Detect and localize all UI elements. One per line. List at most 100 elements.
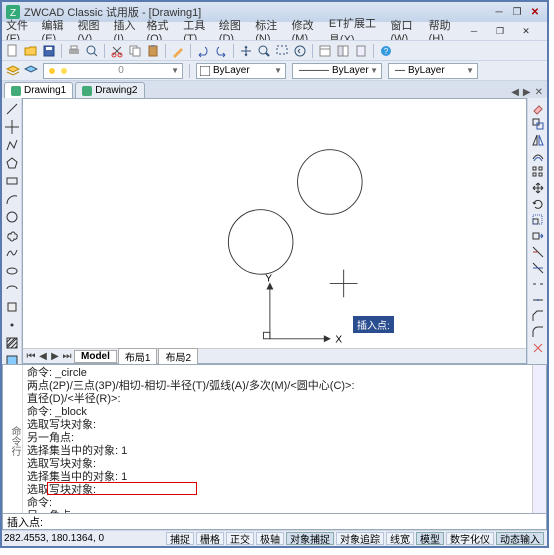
designcenter-button[interactable] bbox=[335, 43, 351, 59]
cut-button[interactable] bbox=[109, 43, 125, 59]
ellipse-button[interactable] bbox=[4, 263, 20, 279]
tab-next-button[interactable]: ▶ bbox=[49, 351, 61, 362]
linetype-combo[interactable]: ——— ByLayer ▼ bbox=[292, 63, 382, 79]
snap-toggle[interactable]: 捕捉 bbox=[166, 532, 194, 545]
mirror-button[interactable] bbox=[530, 132, 546, 148]
mdi-minimize-button[interactable]: ─ bbox=[467, 25, 481, 37]
break-button[interactable] bbox=[530, 276, 546, 292]
model-layout-tabs: ⏮ ◀ ▶ ⏭ Model 布局1 布局2 bbox=[23, 348, 526, 363]
pan-button[interactable] bbox=[238, 43, 254, 59]
mdi-close-button[interactable]: ✕ bbox=[519, 25, 533, 37]
open-button[interactable] bbox=[23, 43, 39, 59]
otrack-toggle[interactable]: 对象追踪 bbox=[336, 532, 384, 545]
tab-next-button[interactable]: ▶ bbox=[523, 87, 531, 98]
command-scrollbar[interactable] bbox=[532, 365, 546, 513]
matchprop-button[interactable] bbox=[170, 43, 186, 59]
osnap-toggle[interactable]: 对象捕捉 bbox=[286, 532, 334, 545]
ortho-toggle[interactable]: 正交 bbox=[226, 532, 254, 545]
tab-layout1[interactable]: 布局1 bbox=[118, 348, 158, 365]
copy-button[interactable] bbox=[127, 43, 143, 59]
document-tabs: Drawing1 Drawing2 ◀ ▶ ✕ bbox=[2, 80, 547, 98]
grid-toggle[interactable]: 栅格 bbox=[196, 532, 224, 545]
rectangle-button[interactable] bbox=[4, 173, 20, 189]
redo-button[interactable] bbox=[213, 43, 229, 59]
paste-button[interactable] bbox=[145, 43, 161, 59]
erase-button[interactable] bbox=[530, 100, 546, 116]
zoom-prev-button[interactable] bbox=[292, 43, 308, 59]
help-button[interactable]: ? bbox=[378, 43, 394, 59]
tab-drawing2[interactable]: Drawing2 bbox=[75, 82, 144, 98]
tab-last-button[interactable]: ⏭ bbox=[61, 351, 73, 362]
layer-manager-button[interactable] bbox=[5, 63, 21, 79]
digitizer-toggle[interactable]: 数字化仪 bbox=[446, 532, 494, 545]
array-button[interactable] bbox=[530, 164, 546, 180]
offset-button[interactable] bbox=[530, 148, 546, 164]
explode-button[interactable] bbox=[530, 340, 546, 356]
tab-prev-button[interactable]: ◀ bbox=[511, 87, 519, 98]
copyobj-button[interactable] bbox=[530, 116, 546, 132]
command-input[interactable]: 插入点: bbox=[2, 514, 547, 530]
fillet-button[interactable] bbox=[530, 324, 546, 340]
doc-icon bbox=[82, 86, 92, 96]
hatch-button[interactable] bbox=[4, 335, 20, 351]
standard-toolbar: ? bbox=[2, 40, 547, 60]
coordinates[interactable]: 282.4553, 180.1364, 0 bbox=[4, 533, 124, 544]
insert-point-tooltip: 插入点: bbox=[353, 316, 394, 333]
dyn-toggle[interactable]: 动态输入 bbox=[496, 532, 544, 545]
tab-first-button[interactable]: ⏮ bbox=[25, 351, 37, 362]
zoom-window-button[interactable] bbox=[274, 43, 290, 59]
new-button[interactable] bbox=[5, 43, 21, 59]
layer-combo[interactable]: 0 ▼ bbox=[43, 63, 183, 79]
close-button[interactable]: ✕ bbox=[527, 5, 543, 19]
point-button[interactable] bbox=[4, 317, 20, 333]
polar-toggle[interactable]: 极轴 bbox=[256, 532, 284, 545]
canvas[interactable]: X Y 插入点: bbox=[23, 99, 526, 348]
tab-layout2[interactable]: 布局2 bbox=[158, 348, 198, 365]
tab-prev-button[interactable]: ◀ bbox=[37, 351, 49, 362]
chamfer-button[interactable] bbox=[530, 308, 546, 324]
tab-drawing1[interactable]: Drawing1 bbox=[4, 82, 73, 98]
sun-icon bbox=[59, 66, 69, 76]
zoom-realtime-button[interactable] bbox=[256, 43, 272, 59]
maximize-button[interactable]: ❐ bbox=[509, 5, 525, 19]
join-button[interactable] bbox=[530, 292, 546, 308]
undo-button[interactable] bbox=[195, 43, 211, 59]
command-text[interactable]: 命令: _circle 两点(2P)/三点(3P)/相切-相切-半径(T)/弧线… bbox=[23, 365, 532, 513]
extend-button[interactable] bbox=[530, 260, 546, 276]
modify-toolbar bbox=[527, 98, 547, 364]
spline-button[interactable] bbox=[4, 245, 20, 261]
model-toggle[interactable]: 模型 bbox=[416, 532, 444, 545]
rotate-button[interactable] bbox=[530, 196, 546, 212]
lineweight-combo[interactable]: — ByLayer ▼ bbox=[388, 63, 478, 79]
lineweight-toggle[interactable]: 线宽 bbox=[386, 532, 414, 545]
tab-close-button[interactable]: ✕ bbox=[535, 87, 543, 98]
ellipsearc-button[interactable] bbox=[4, 281, 20, 297]
xline-button[interactable] bbox=[4, 119, 20, 135]
mdi-restore-button[interactable]: ❐ bbox=[493, 25, 507, 37]
layer-states-button[interactable] bbox=[23, 63, 39, 79]
revcloud-button[interactable] bbox=[4, 227, 20, 243]
move-button[interactable] bbox=[530, 180, 546, 196]
trim-button[interactable] bbox=[530, 244, 546, 260]
print-button[interactable] bbox=[66, 43, 82, 59]
line-button[interactable] bbox=[4, 101, 20, 117]
scale-button[interactable] bbox=[530, 212, 546, 228]
minimize-button[interactable]: ─ bbox=[491, 5, 507, 19]
color-combo[interactable]: ByLayer ▼ bbox=[196, 63, 286, 79]
command-history: 命令行 命令: _circle 两点(2P)/三点(3P)/相切-相切-半径(T… bbox=[2, 364, 547, 514]
toolpalettes-button[interactable] bbox=[353, 43, 369, 59]
tab-model[interactable]: Model bbox=[74, 350, 117, 363]
stretch-button[interactable] bbox=[530, 228, 546, 244]
command-panel-label: 命令行 bbox=[3, 365, 23, 513]
polygon-button[interactable] bbox=[4, 155, 20, 171]
doc-icon bbox=[11, 86, 21, 96]
save-button[interactable] bbox=[41, 43, 57, 59]
block-button[interactable] bbox=[4, 299, 20, 315]
preview-button[interactable] bbox=[84, 43, 100, 59]
properties-button[interactable] bbox=[317, 43, 333, 59]
polyline-button[interactable] bbox=[4, 137, 20, 153]
arc-button[interactable] bbox=[4, 191, 20, 207]
lightbulb-icon bbox=[47, 66, 57, 76]
statusbar: 282.4553, 180.1364, 0 捕捉 栅格 正交 极轴 对象捕捉 对… bbox=[2, 530, 547, 546]
circle-button[interactable] bbox=[4, 209, 20, 225]
